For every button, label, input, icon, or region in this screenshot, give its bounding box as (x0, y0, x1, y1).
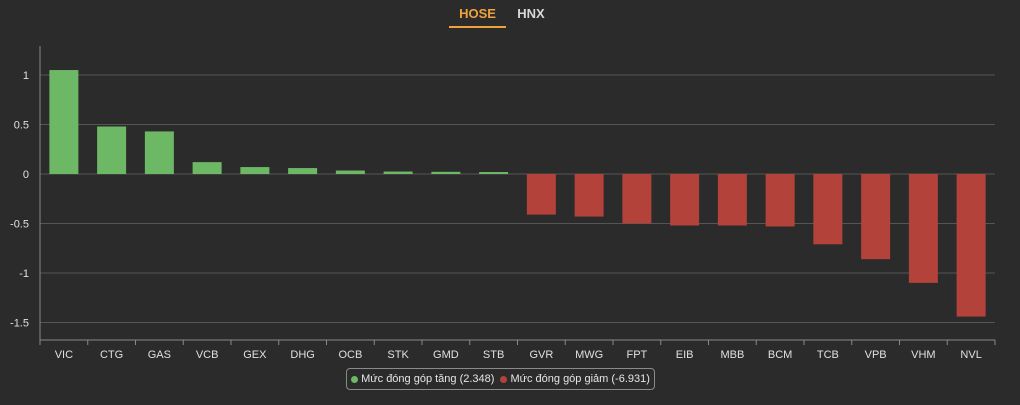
bar-ctg[interactable] (97, 126, 127, 174)
y-tick-label: 0.5 (14, 120, 29, 132)
x-tick-label: GMD (433, 349, 459, 361)
x-tick-label: MBB (720, 349, 744, 361)
bar-stb[interactable] (479, 172, 509, 174)
increase-dot-icon (351, 375, 359, 383)
x-tick-label: BCM (768, 349, 792, 361)
bar-vcb[interactable] (192, 162, 222, 174)
bar-dhg[interactable] (288, 168, 318, 174)
legend-item-increase[interactable]: Mức đóng góp tăng (2.348) (351, 373, 494, 385)
x-tick-label: NVL (960, 349, 981, 361)
y-tick-label: 1 (23, 70, 29, 82)
bar-eib[interactable] (670, 174, 700, 226)
x-tick-label: FPT (626, 349, 647, 361)
x-tick-label: EIB (676, 349, 694, 361)
x-tick-label: OCB (338, 349, 362, 361)
y-tick-label: 0 (23, 169, 29, 181)
bar-gas[interactable] (144, 131, 174, 174)
x-tick-label: TCB (817, 349, 839, 361)
x-tick-label: GEX (243, 349, 267, 361)
bar-gex[interactable] (240, 167, 270, 174)
bar-stk[interactable] (383, 171, 413, 174)
bar-vpb[interactable] (861, 174, 891, 260)
bar-vhm[interactable] (908, 174, 938, 283)
x-tick-label: MWG (575, 349, 603, 361)
x-tick-label: GVR (529, 349, 553, 361)
bar-bcm[interactable] (765, 174, 795, 227)
y-axis-ticks: 1 0.5 0 -0.5 -1 -1.5 (10, 70, 29, 330)
y-tick-label: -1 (19, 268, 29, 280)
grid-lines (40, 74, 995, 323)
legend-item-decrease[interactable]: Mức đóng góp giảm (-6.931) (500, 373, 650, 385)
bar-ocb[interactable] (335, 170, 365, 174)
x-tick-label: STK (387, 349, 409, 361)
bar-vic[interactable] (49, 70, 79, 174)
bar-nvl[interactable] (956, 174, 986, 317)
bar-mbb[interactable] (717, 174, 747, 226)
x-tick-label: DHG (290, 349, 314, 361)
bar-fpt[interactable] (622, 174, 652, 224)
bar-gvr[interactable] (526, 174, 556, 215)
bar-tcb[interactable] (813, 174, 843, 245)
y-tick-label: -1.5 (10, 318, 29, 330)
y-tick-label: -0.5 (10, 219, 29, 231)
x-tick-label: CTG (100, 349, 123, 361)
x-tick-label: VPB (865, 349, 887, 361)
bar-gmd[interactable] (431, 171, 461, 174)
x-tick-label: VIC (55, 349, 73, 361)
x-tick-label: VCB (196, 349, 219, 361)
bars (49, 70, 986, 317)
legend-increase-label: Mức đóng góp tăng (2.348) (361, 373, 495, 385)
x-tick-label: VHM (911, 349, 935, 361)
decrease-dot-icon (500, 375, 508, 383)
x-tick-label: GAS (148, 349, 171, 361)
x-tick-label: STB (483, 349, 504, 361)
contribution-bar-chart: 1 0.5 0 -0.5 -1 -1.5 VIC CTG GAS VCB GEX DHG OCB STK… (10, 46, 996, 361)
chart-legend: Mức đóng góp tăng (2.348) Mức đóng góp g… (346, 368, 655, 390)
axes (39, 46, 995, 341)
x-axis-ticks: VIC CTG GAS VCB GEX DHG OCB STK GMD STB GVR MWG FPT E… (39, 340, 996, 361)
bar-mwg[interactable] (574, 174, 604, 217)
legend-decrease-label: Mức đóng góp giảm (-6.931) (510, 373, 650, 385)
